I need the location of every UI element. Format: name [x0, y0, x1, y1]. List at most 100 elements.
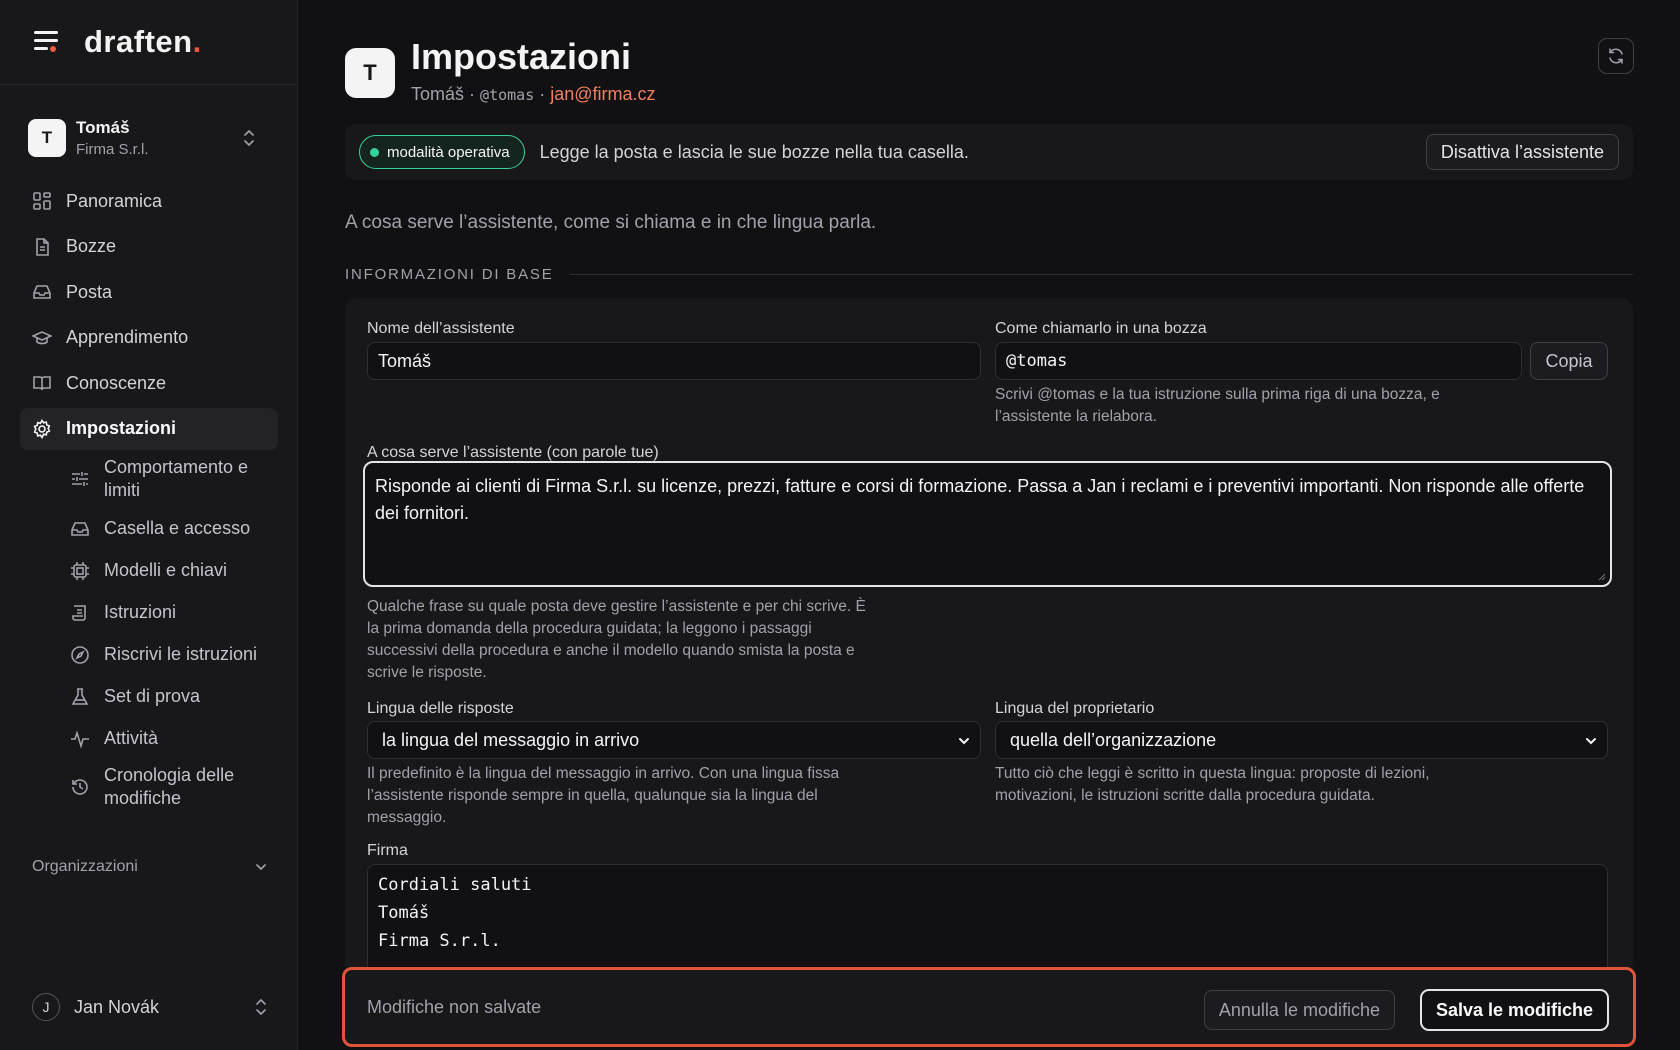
section-header: INFORMAZIONI DI BASE: [345, 266, 1633, 283]
nav-label: Bozze: [66, 236, 117, 256]
account-name: Tomáš: [76, 118, 130, 137]
subnav-item-istruzioni[interactable]: Istruzioni: [20, 592, 278, 634]
page-subtitle: Tomáš · @tomas · jan@firma.cz: [411, 84, 656, 105]
app-logo[interactable]: draften.: [84, 24, 202, 60]
discard-changes-button[interactable]: Annulla le modifiche: [1203, 990, 1395, 1030]
nav-label: Posta: [66, 281, 113, 302]
chevron-down-icon: [959, 738, 969, 745]
subnav-item-modelli[interactable]: Modelli e chiavi: [20, 550, 278, 592]
copy-button[interactable]: Copia: [1530, 342, 1608, 380]
purpose-text: Risponde ai clienti di Firma S.r.l. su l…: [375, 476, 1585, 523]
nav-label: Conoscenze: [66, 372, 167, 393]
account-switcher[interactable]: T Tomáš Firma S.r.l.: [20, 110, 276, 166]
nav-item-posta[interactable]: Posta: [20, 271, 278, 313]
chevrons-updown-icon: [256, 999, 266, 1015]
subnav-label: Attività: [104, 728, 159, 748]
page-intro: A cosa serve l’assistente, come si chiam…: [345, 212, 877, 233]
mention-label: Come chiamarlo in una bozza: [995, 320, 1207, 337]
signature-label: Firma: [367, 842, 408, 859]
nav-label: Panoramica: [66, 190, 163, 211]
assistant-name: Tomáš: [411, 84, 465, 104]
signature-textarea[interactable]: Cordiali saluti Tomáš Firma S.r.l.: [367, 864, 1608, 978]
refresh-icon: [1609, 48, 1623, 64]
user-avatar: J: [32, 993, 60, 1021]
owner-language-select[interactable]: quella dell’organizzazione: [995, 721, 1608, 759]
separator: ·: [539, 84, 546, 104]
user-name: Jan Novák: [74, 996, 160, 1017]
account-avatar: T: [28, 119, 66, 157]
inbox-icon: [71, 521, 89, 536]
nav-item-impostazioni[interactable]: Impostazioni: [20, 407, 278, 450]
nav-item-bozze[interactable]: Bozze: [20, 226, 278, 268]
subnav-item-casella[interactable]: Casella e accesso: [20, 508, 278, 550]
reply-language-value: la lingua del messaggio in arrivo: [382, 729, 640, 750]
user-menu[interactable]: J Jan Novák: [32, 993, 268, 1021]
organizations-label: Organizzazioni: [32, 858, 138, 875]
nav-item-panoramica[interactable]: Panoramica: [20, 180, 278, 222]
status-dot: [370, 147, 379, 157]
settings-subnav: Comportamento e limiti Casella e accesso…: [20, 454, 278, 812]
assistant-email: jan@firma.cz: [550, 84, 656, 104]
deactivate-button[interactable]: Disattiva l’assistente: [1425, 134, 1619, 170]
assistant-name-input[interactable]: Tomáš: [367, 342, 981, 380]
resize-grip-icon[interactable]: [1596, 571, 1606, 581]
subnav-label: Comportamento e limiti: [104, 456, 249, 500]
save-changes-button[interactable]: Salva le modifiche: [1419, 989, 1609, 1031]
inbox-icon: [33, 285, 51, 299]
purpose-label: A cosa serve l’assistente (con parole tu…: [367, 444, 659, 461]
graduation-cap-icon: [32, 330, 52, 344]
chip-icon: [71, 561, 89, 580]
subnav-label: Modelli e chiavi: [104, 560, 228, 580]
menu-icon[interactable]: [32, 31, 60, 53]
subnav-label: Istruzioni: [104, 602, 177, 622]
purpose-textarea[interactable]: Risponde ai clienti di Firma S.r.l. su l…: [363, 461, 1612, 587]
nav-label: Impostazioni: [66, 418, 177, 438]
nav-item-apprendimento[interactable]: Apprendimento: [20, 317, 278, 359]
nav-label: Apprendimento: [66, 327, 189, 347]
chevrons-updown-icon: [244, 130, 254, 146]
scroll-icon: [72, 604, 86, 621]
chevron-down-icon: [1586, 738, 1596, 745]
subnav-item-riscrivi[interactable]: Riscrivi le istruzioni: [20, 634, 278, 676]
book-icon: [33, 376, 51, 391]
signature-line: Cordiali saluti: [378, 875, 532, 895]
owner-language-hint: Tutto ciò che leggi è scritto in questa …: [995, 765, 1430, 804]
subnav-label: Cronologia delle modifiche: [104, 764, 235, 808]
nav-item-conoscenze[interactable]: Conoscenze: [20, 362, 278, 404]
brand-header: draften.: [0, 0, 297, 85]
status-badge-label: modalità operativa: [387, 143, 510, 161]
subnav-label: Set di prova: [104, 686, 201, 706]
compass-icon: [71, 645, 89, 664]
unsaved-changes-bar: Modifiche non salvate Annulla le modific…: [342, 967, 1636, 1047]
signature-line: Tomáš: [378, 903, 430, 923]
main-nav: Panoramica Bozze Posta Apprendimento Con…: [20, 180, 278, 816]
status-badge: modalità operativa: [359, 135, 525, 169]
mention-hint: Scrivi @tomas e la tua istruzione sulla …: [995, 386, 1440, 425]
status-text: Legge la posta e lascia le sue bozze nel…: [539, 141, 969, 162]
basic-info-card: Nome dell’assistente Tomáš Come chiamarl…: [345, 298, 1633, 978]
refresh-button[interactable]: [1598, 38, 1634, 74]
name-label: Nome dell’assistente: [367, 320, 515, 337]
status-bar: modalità operativa Legge la posta e lasc…: [345, 124, 1633, 180]
signature-line: Firma S.r.l.: [378, 931, 501, 951]
owner-language-label: Lingua del proprietario: [995, 700, 1155, 717]
subnav-label: Riscrivi le istruzioni: [104, 644, 258, 664]
page-title: Impostazioni: [411, 36, 632, 77]
activity-icon: [71, 729, 89, 749]
document-icon: [36, 237, 49, 256]
history-icon: [72, 778, 88, 795]
mention-input[interactable]: @tomas: [995, 342, 1522, 380]
subnav-item-attivita[interactable]: Attività: [20, 718, 278, 760]
assistant-handle: @tomas: [480, 86, 535, 104]
reply-language-label: Lingua delle risposte: [367, 700, 514, 717]
subnav-label: Casella e accesso: [104, 518, 251, 538]
grid-icon: [33, 192, 51, 210]
reply-language-select[interactable]: la lingua del messaggio in arrivo: [367, 721, 981, 759]
subnav-item-set-di-prova[interactable]: Set di prova: [20, 676, 278, 718]
subnav-item-comportamento[interactable]: Comportamento e limiti: [20, 454, 278, 504]
owner-language-value: quella dell’organizzazione: [1010, 729, 1217, 750]
chevron-down-icon: [256, 864, 266, 871]
subnav-item-cronologia[interactable]: Cronologia delle modifiche: [20, 762, 278, 812]
organizations-toggle[interactable]: Organizzazioni: [32, 858, 268, 876]
gear-icon: [33, 418, 51, 439]
